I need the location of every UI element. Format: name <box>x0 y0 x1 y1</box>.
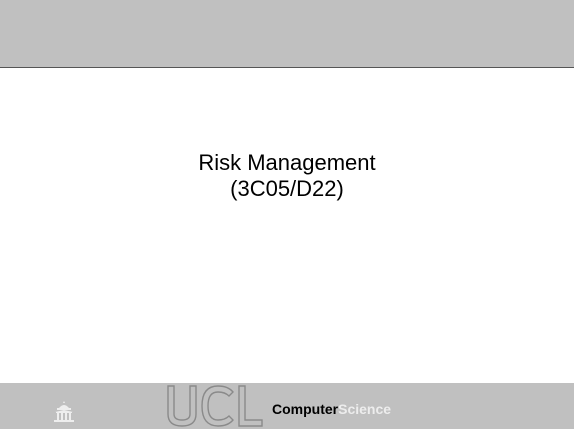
department-name: ComputerScience <box>272 401 391 417</box>
ucl-logo <box>167 385 263 427</box>
slide: Risk Management (3C05/D22) ComputerScien… <box>0 0 574 429</box>
slide-title: Risk Management (3C05/D22) <box>0 150 574 202</box>
department-name-strong: Computer <box>272 401 339 417</box>
title-line-1: Risk Management <box>198 150 376 175</box>
portico-icon <box>54 401 74 422</box>
title-line-2: (3C05/D22) <box>230 176 344 201</box>
department-name-light: Science <box>338 401 392 417</box>
header-band <box>0 0 574 68</box>
